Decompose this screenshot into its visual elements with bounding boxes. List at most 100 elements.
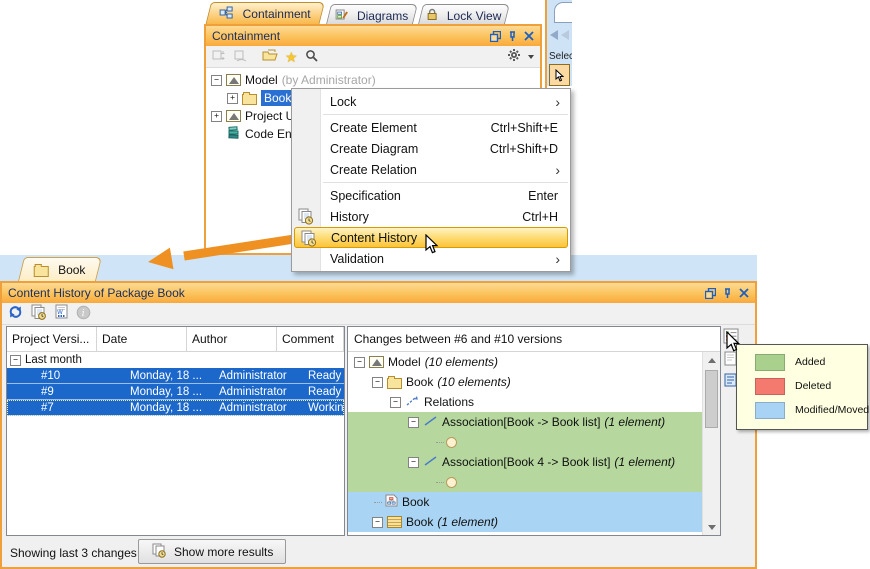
association-icon (423, 415, 438, 430)
version-row[interactable]: #7 Monday, 18 ... Administrator Working … (7, 400, 344, 416)
open-project-icon[interactable] (262, 49, 278, 64)
collapse-expander-icon[interactable]: − (10, 355, 21, 366)
package-folder-icon (242, 94, 257, 105)
content-history-icon (151, 543, 167, 561)
tree-connector (436, 482, 444, 483)
show-more-results-button[interactable]: Show more results (138, 539, 286, 564)
favorites-star-icon[interactable]: ★ (285, 51, 298, 63)
menu-item-lock[interactable]: Lock › (292, 91, 570, 112)
change-node-property[interactable] (348, 472, 720, 492)
collapse-expander-icon[interactable]: − (372, 377, 383, 388)
float-icon[interactable] (705, 288, 716, 299)
menu-item-create-element[interactable]: Create Element Ctrl+Shift+E (292, 117, 570, 138)
containment-title: Containment (212, 29, 490, 43)
menu-item-create-diagram[interactable]: Create Diagram Ctrl+Shift+D (292, 138, 570, 159)
change-node-book-diagram[interactable]: Book (348, 492, 720, 512)
pointer-tool-icon (555, 69, 564, 82)
refresh-icon[interactable] (8, 305, 23, 322)
info-icon[interactable]: i (76, 305, 91, 323)
menu-item-create-relation[interactable]: Create Relation › (292, 159, 570, 180)
content-history-icon[interactable] (30, 304, 47, 323)
pin-icon[interactable] (508, 31, 517, 42)
version-row[interactable]: #10 Monday, 18 ... Administrator Ready f… (7, 368, 344, 384)
menu-separator (323, 182, 568, 183)
column-header-author[interactable]: Author (187, 327, 277, 351)
lock-icon (426, 8, 438, 23)
association-icon (423, 455, 438, 470)
tree-connector (374, 502, 382, 503)
export-report-icon[interactable]: W (54, 304, 69, 323)
diagrams-icon (335, 8, 348, 23)
legend-row-modified: Modified/Moved (737, 398, 867, 422)
svg-text:W: W (57, 309, 63, 316)
content-history-icon (297, 208, 314, 228)
tree-node-model-suffix: (by Administrator) (282, 73, 376, 87)
submenu-arrow-icon: › (555, 251, 570, 267)
content-history-toolbar: W i (2, 303, 755, 325)
tree-node-model[interactable]: − Model (by Administrator) (206, 71, 540, 89)
tab-lock-view-label: Lock View (447, 9, 501, 23)
mouse-cursor (425, 234, 440, 256)
legend-row-deleted: Deleted (737, 374, 867, 398)
scroll-down-icon[interactable] (703, 519, 720, 535)
column-header-project-version[interactable]: Project Versi... (7, 327, 97, 351)
tree-node-model-label: Model (245, 73, 278, 87)
menu-item-history[interactable]: History Ctrl+H (292, 206, 570, 227)
column-header-date[interactable]: Date (97, 327, 187, 351)
model-icon (226, 74, 241, 86)
change-node-property[interactable] (348, 432, 720, 452)
content-history-panel: Content History of Package Book W i Proj… (0, 281, 757, 569)
legend-row-added: Added (737, 350, 867, 374)
collapse-expander-icon[interactable]: − (211, 75, 222, 86)
close-icon[interactable] (524, 31, 534, 41)
shortcut-label: Enter (528, 189, 570, 203)
back-arrow-icon[interactable] (550, 30, 569, 40)
class-icon (387, 516, 402, 528)
shortcut-label: Ctrl+Shift+D (490, 142, 570, 156)
package-folder-icon (387, 378, 402, 389)
float-icon[interactable] (490, 31, 501, 42)
diagram-icon (384, 494, 398, 510)
scroll-up-icon[interactable] (703, 352, 720, 368)
version-row[interactable]: #9 Monday, 18 ... Administrator Ready fo… (7, 384, 344, 400)
options-caret-icon[interactable] (528, 55, 534, 59)
collapse-all-icon[interactable] (212, 49, 227, 65)
change-node-book[interactable]: − Book (10 elements) (348, 372, 720, 392)
close-icon[interactable] (739, 288, 749, 298)
change-node-relations[interactable]: − Relations (348, 392, 720, 412)
column-header-comment[interactable]: Comment (277, 327, 344, 351)
changes-tree-pane: Changes between #6 and #10 versions − Mo… (347, 326, 721, 536)
svg-text:i: i (82, 309, 85, 319)
change-node-model[interactable]: − Model (10 elements) (348, 352, 720, 372)
menu-separator (323, 114, 568, 115)
version-group-row[interactable]: −Last month (7, 352, 344, 368)
collapse-selected-icon[interactable] (234, 49, 249, 65)
tab-containment-label: Containment (243, 7, 311, 21)
tab-diagrams[interactable]: Diagrams (326, 4, 418, 26)
tab-lock-view[interactable]: Lock View (418, 4, 510, 26)
change-node-book-class[interactable]: − Book (1 element) (348, 512, 720, 532)
expand-expander-icon[interactable]: + (211, 111, 222, 122)
change-node-association[interactable]: − Association[Book -> Book list] (1 elem… (348, 412, 720, 432)
scrollbar-thumb[interactable] (705, 370, 718, 428)
versions-table-pane: Project Versi... Date Author Comment −La… (6, 326, 345, 536)
search-icon[interactable] (305, 49, 318, 65)
content-history-title: Content History of Package Book (8, 286, 705, 300)
collapse-expander-icon[interactable]: − (408, 457, 419, 468)
collapse-expander-icon[interactable]: − (354, 357, 365, 368)
collapse-expander-icon[interactable]: − (390, 397, 401, 408)
collapse-expander-icon[interactable]: − (408, 417, 419, 428)
collapse-expander-icon[interactable]: − (372, 517, 383, 528)
model-icon (226, 110, 241, 122)
pin-icon[interactable] (723, 288, 732, 299)
options-gear-icon[interactable] (507, 48, 521, 65)
containment-titlebar: Containment (206, 26, 540, 46)
menu-item-specification[interactable]: Specification Enter (292, 185, 570, 206)
tab-containment[interactable]: Containment (206, 2, 325, 24)
tab-book[interactable]: Book (18, 257, 102, 282)
content-history-icon (300, 230, 317, 250)
change-node-association[interactable]: − Association[Book 4 -> Book list] (1 el… (348, 452, 720, 472)
vertical-scrollbar[interactable] (702, 352, 720, 535)
pointer-tool-button[interactable] (549, 64, 570, 86)
expand-expander-icon[interactable]: + (227, 93, 238, 104)
